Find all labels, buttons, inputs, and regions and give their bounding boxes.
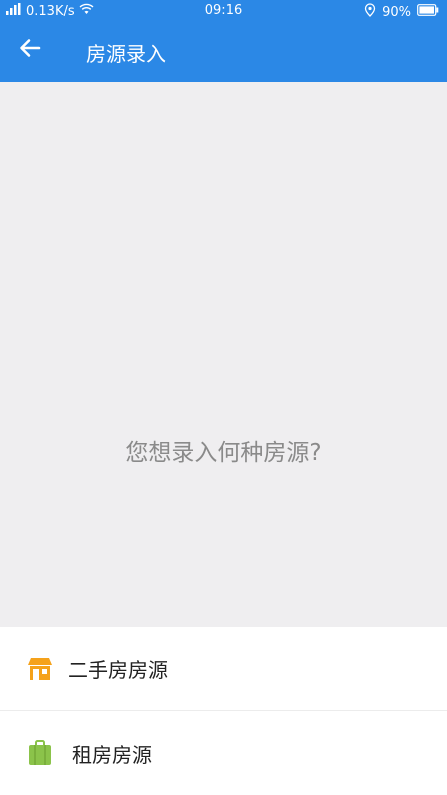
option-second-hand-house[interactable]: 二手房房源: [0, 627, 447, 711]
status-bar: 0.13K/s 09:16 90%: [0, 0, 447, 22]
house-icon: [26, 655, 54, 683]
back-button[interactable]: [12, 32, 48, 68]
battery-percent: 90%: [382, 4, 411, 20]
prompt-area: 您想录入何种房源?: [0, 82, 447, 627]
option-label: 二手房房源: [68, 658, 168, 682]
option-label: 租房房源: [72, 742, 152, 767]
battery-icon: [417, 4, 439, 20]
page-title: 房源录入: [86, 42, 166, 66]
option-rental-house[interactable]: 租房房源: [0, 711, 447, 795]
prompt-text: 您想录入何种房源?: [125, 440, 322, 466]
top-bar: 0.13K/s 09:16 90% 房源录入: [0, 0, 447, 82]
location-icon: [364, 3, 376, 21]
app-root: 0.13K/s 09:16 90% 房源录入 您想录入何种房源? 二手房房源 租…: [0, 0, 447, 795]
app-bar: 房源录入: [0, 22, 447, 82]
options-list: 二手房房源 租房房源: [0, 627, 447, 795]
back-arrow-icon: [18, 36, 42, 64]
luggage-icon: [26, 739, 54, 767]
status-right: 90%: [364, 3, 439, 21]
